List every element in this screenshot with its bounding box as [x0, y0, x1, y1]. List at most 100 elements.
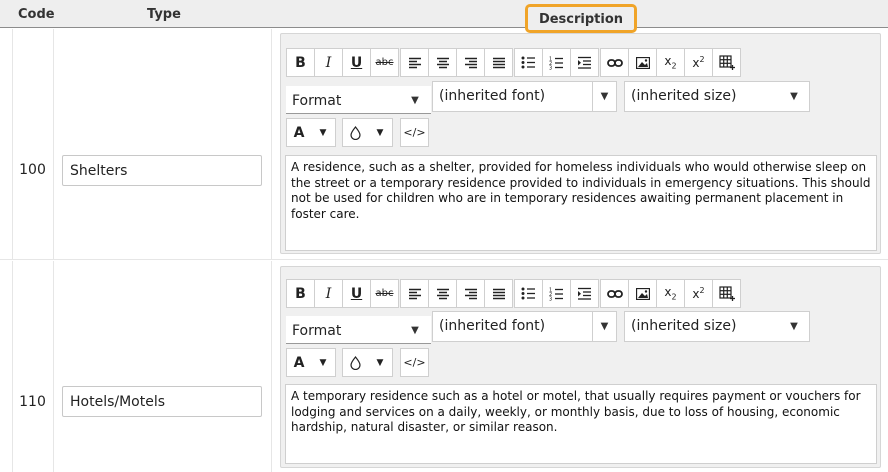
table-row: 110 B I U abc 123 x2 x2 Format ▼ (inheri…	[0, 261, 888, 472]
bullet-list-button[interactable]	[514, 279, 543, 308]
chevron-down-icon: ▼	[411, 325, 419, 336]
italic-icon: I	[325, 54, 332, 71]
background-color-button[interactable]: ▼	[342, 348, 393, 377]
align-center-icon	[436, 288, 449, 299]
align-right-button[interactable]	[456, 48, 485, 77]
droplet-icon[interactable]	[343, 119, 368, 146]
justify-button[interactable]	[484, 279, 513, 308]
strikethrough-icon: abc	[375, 57, 394, 68]
description-editor-content[interactable]: A temporary residence such as a hotel or…	[285, 384, 877, 464]
text-color-icon[interactable]: A	[287, 349, 311, 376]
align-center-icon	[436, 57, 449, 68]
underline-icon: U	[350, 54, 363, 71]
indent-button[interactable]	[570, 48, 599, 77]
table-button[interactable]	[712, 279, 741, 308]
indent-icon	[578, 56, 591, 69]
description-editor-content[interactable]: A residence, such as a shelter, provided…	[285, 155, 877, 251]
align-center-button[interactable]	[428, 48, 457, 77]
numbered-list-button[interactable]: 123	[542, 48, 571, 77]
strikethrough-button[interactable]: abc	[370, 48, 399, 77]
link-button[interactable]	[600, 48, 629, 77]
align-right-button[interactable]	[456, 279, 485, 308]
chevron-down-icon[interactable]: ▼	[368, 349, 392, 376]
align-left-icon	[408, 57, 421, 68]
link-button[interactable]	[600, 279, 629, 308]
indent-icon	[578, 287, 591, 300]
image-button[interactable]	[628, 48, 657, 77]
align-left-button[interactable]	[400, 48, 429, 77]
chevron-down-icon: ▼	[411, 95, 419, 106]
size-select[interactable]: (inherited size) ▼	[624, 311, 810, 342]
bold-icon: B	[295, 54, 306, 71]
background-color-button[interactable]: ▼	[342, 118, 393, 147]
type-field[interactable]	[62, 155, 262, 186]
size-select-value: (inherited size)	[631, 318, 737, 334]
font-select[interactable]: (inherited font) ▼	[432, 81, 617, 112]
column-header-description[interactable]: Description	[525, 4, 637, 33]
format-select-value: Format	[292, 93, 342, 109]
text-color-button[interactable]: A ▼	[286, 118, 336, 147]
subscript-icon: x2	[664, 54, 677, 71]
bold-button[interactable]: B	[286, 48, 315, 77]
svg-text:3: 3	[549, 65, 552, 70]
column-divider	[53, 29, 54, 259]
underline-button[interactable]: U	[342, 279, 371, 308]
numbered-list-button[interactable]: 123	[542, 279, 571, 308]
format-select[interactable]: Format ▼	[286, 316, 431, 344]
italic-button[interactable]: I	[314, 279, 343, 308]
chevron-down-icon: ▼	[790, 91, 798, 102]
strikethrough-button[interactable]: abc	[370, 279, 399, 308]
size-select[interactable]: (inherited size) ▼	[624, 81, 810, 112]
code-icon: </>	[403, 126, 426, 139]
column-divider	[271, 29, 272, 259]
link-icon	[606, 289, 623, 298]
droplet-icon[interactable]	[343, 349, 368, 376]
table-button[interactable]	[712, 48, 741, 77]
format-select[interactable]: Format ▼	[286, 86, 431, 114]
align-left-icon	[408, 288, 421, 299]
align-right-icon	[464, 57, 477, 68]
text-color-icon[interactable]: A	[287, 119, 311, 146]
text-color-button[interactable]: A ▼	[286, 348, 336, 377]
image-button[interactable]	[628, 279, 657, 308]
indent-button[interactable]	[570, 279, 599, 308]
align-left-button[interactable]	[400, 279, 429, 308]
justify-button[interactable]	[484, 48, 513, 77]
editor-toolbar: B I U abc 123 x2 x2	[286, 279, 741, 308]
column-divider	[271, 261, 272, 472]
chevron-down-icon[interactable]: ▼	[311, 349, 335, 376]
strikethrough-icon: abc	[375, 288, 394, 299]
column-header-type[interactable]: Type	[147, 0, 181, 28]
column-divider	[53, 261, 54, 472]
rich-text-editor: B I U abc 123 x2 x2 Format ▼ (inherited …	[280, 33, 881, 254]
font-select[interactable]: (inherited font) ▼	[432, 311, 617, 342]
chevron-down-icon: ▼	[790, 321, 798, 332]
table-icon	[718, 55, 735, 70]
svg-text:3: 3	[549, 296, 552, 301]
align-center-button[interactable]	[428, 279, 457, 308]
editor-toolbar: B I U abc 123 x2 x2	[286, 48, 741, 77]
subscript-button[interactable]: x2	[656, 279, 685, 308]
chevron-down-icon[interactable]: ▼	[311, 119, 335, 146]
source-code-button[interactable]: </>	[400, 348, 429, 377]
bullet-list-icon	[521, 56, 535, 69]
type-field[interactable]	[62, 386, 262, 417]
bold-button[interactable]: B	[286, 279, 315, 308]
bullet-list-button[interactable]	[514, 48, 543, 77]
bullet-list-icon	[521, 287, 535, 300]
underline-button[interactable]: U	[342, 48, 371, 77]
italic-button[interactable]: I	[314, 48, 343, 77]
image-icon	[635, 56, 650, 69]
column-divider	[12, 29, 13, 259]
chevron-down-icon[interactable]: ▼	[368, 119, 392, 146]
superscript-button[interactable]: x2	[684, 279, 713, 308]
column-header-code[interactable]: Code	[18, 0, 55, 28]
code-icon: </>	[403, 356, 426, 369]
chevron-down-icon: ▼	[592, 312, 616, 341]
superscript-button[interactable]: x2	[684, 48, 713, 77]
italic-icon: I	[325, 285, 332, 302]
subscript-button[interactable]: x2	[656, 48, 685, 77]
source-code-button[interactable]: </>	[400, 118, 429, 147]
align-right-icon	[464, 288, 477, 299]
bold-icon: B	[295, 285, 306, 302]
